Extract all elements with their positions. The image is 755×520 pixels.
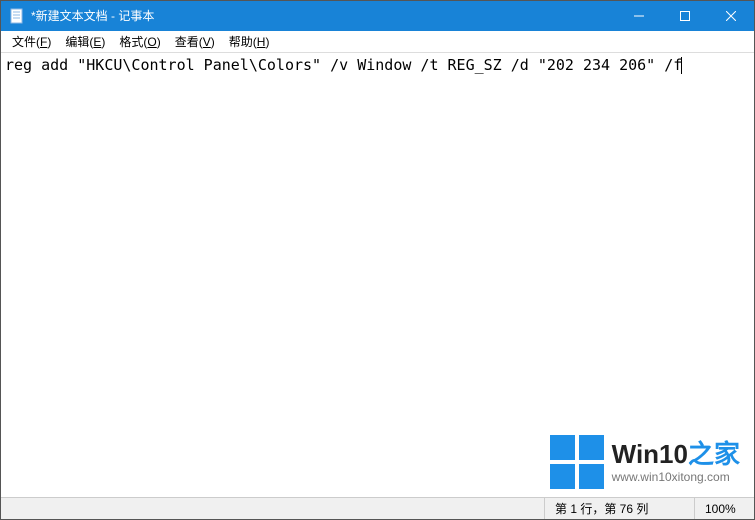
statusbar: 第 1 行，第 76 列 100%: [1, 497, 754, 519]
text-editor[interactable]: reg add "HKCU\Control Panel\Colors" /v W…: [1, 53, 754, 497]
status-position: 第 1 行，第 76 列: [544, 498, 694, 519]
menu-format[interactable]: 格式(O): [112, 31, 167, 52]
close-button[interactable]: [708, 1, 754, 31]
menu-edit[interactable]: 编辑(E): [58, 31, 112, 52]
status-zoom: 100%: [694, 498, 754, 519]
window-controls: [616, 1, 754, 31]
notepad-icon: [9, 8, 25, 24]
menu-file[interactable]: 文件(F): [5, 31, 58, 52]
menubar: 文件(F) 编辑(E) 格式(O) 查看(V) 帮助(H): [1, 31, 754, 53]
menu-view[interactable]: 查看(V): [168, 31, 222, 52]
editor-content: reg add "HKCU\Control Panel\Colors" /v W…: [5, 56, 682, 74]
maximize-button[interactable]: [662, 1, 708, 31]
minimize-button[interactable]: [616, 1, 662, 31]
titlebar: *新建文本文档 - 记事本: [1, 1, 754, 31]
menu-help[interactable]: 帮助(H): [222, 31, 277, 52]
window-title: *新建文本文档 - 记事本: [31, 1, 616, 31]
text-caret: [681, 57, 682, 74]
